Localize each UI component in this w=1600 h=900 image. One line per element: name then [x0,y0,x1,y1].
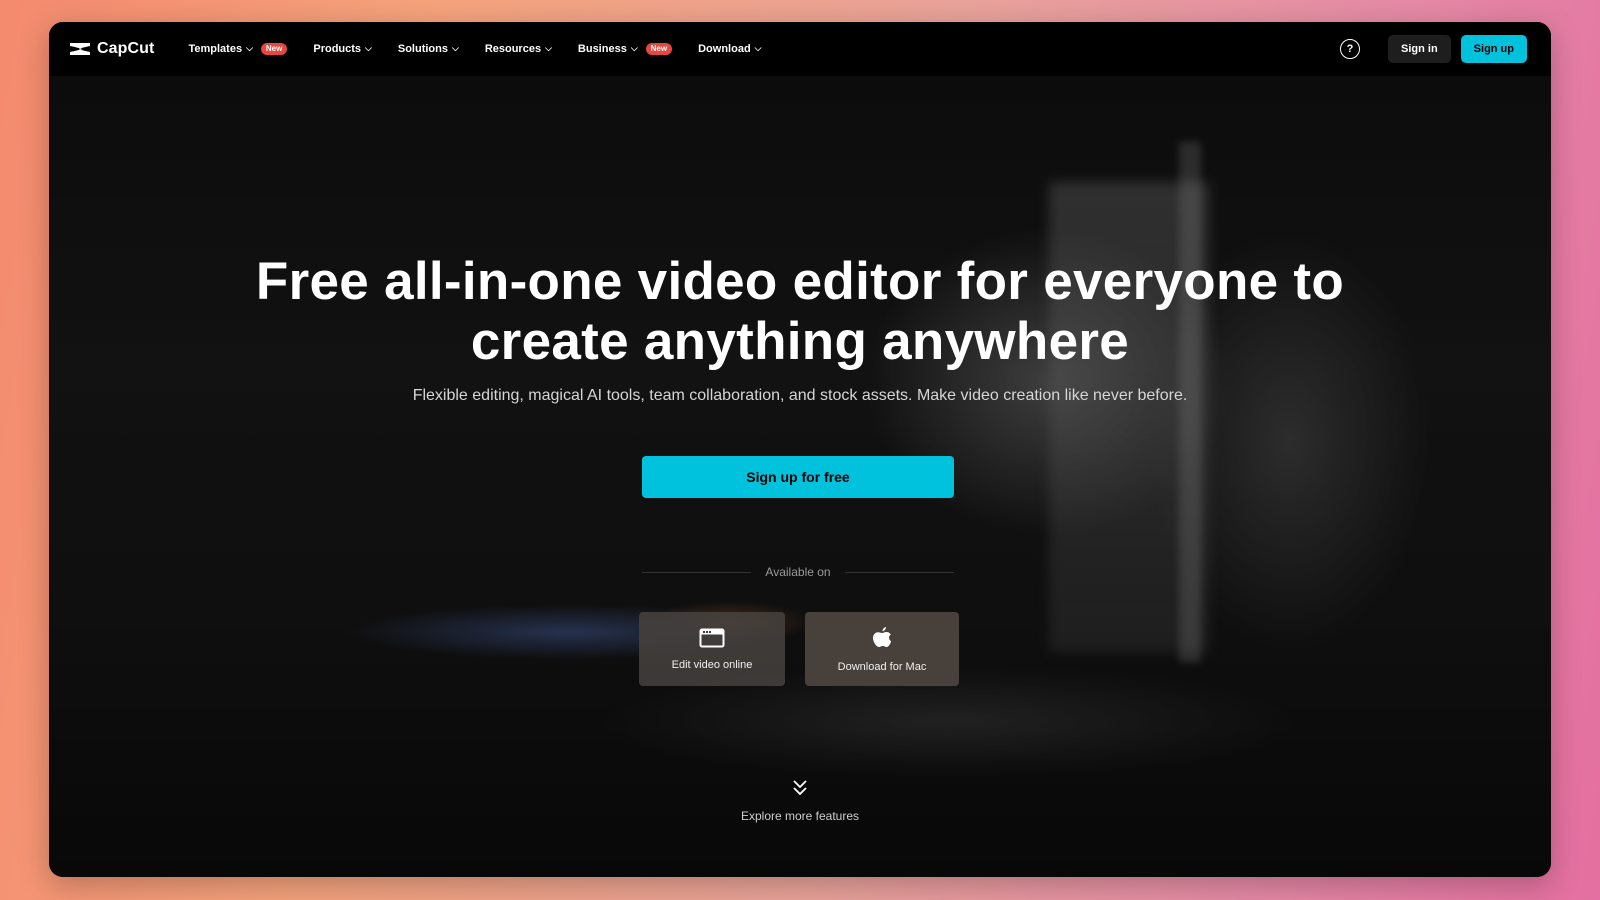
hero-section: Free all-in-one video editor for everyon… [49,22,1551,877]
available-on-divider: Available on [642,565,955,579]
nav-item-label: Business [577,43,627,55]
top-navbar: CapCut Templates ⌵ New Products ⌵ Soluti… [49,22,1551,76]
hero-headline: Free all-in-one video editor for everyon… [49,252,1551,372]
explore-more-features-link[interactable]: Explore more features [741,809,859,823]
hero-headline-line-1: Free all-in-one video editor for everyon… [255,252,1345,311]
nav-item-label: Resources [484,43,542,55]
sign-up-button[interactable]: Sign up [1460,35,1527,63]
sign-in-button[interactable]: Sign in [1388,35,1451,63]
explore-more-section: Explore more features [49,778,1551,823]
double-chevron-down-icon[interactable] [49,778,1551,801]
available-on-label: Available on [765,565,831,579]
platform-options: Edit video online Download for Mac [639,612,959,686]
nav-item-download[interactable]: Download ⌵ [698,42,762,56]
chevron-down-icon: ⌵ [545,42,552,53]
nav-item-label: Download [698,43,751,55]
divider-line [844,571,955,573]
nav-item-label: Solutions [397,43,448,55]
brand-name: CapCut [97,40,155,57]
hero-headline-line-2: create anything anywhere [470,312,1130,371]
chevron-down-icon: ⌵ [754,42,762,53]
capcut-logo-icon [69,41,91,57]
chevron-down-icon: ⌵ [246,42,253,53]
help-icon[interactable]: ? [1340,39,1360,59]
nav-item-templates[interactable]: Templates ⌵ New [188,42,288,55]
hero-subheadline: Flexible editing, magical AI tools, team… [412,387,1188,404]
nav-item-products[interactable]: Products ⌵ [313,42,372,56]
chevron-down-icon: ⌵ [365,42,372,53]
platform-label: Download for Mac [837,660,927,673]
new-badge: New [260,43,288,55]
divider-line [642,571,752,573]
nav-actions: ? Sign in Sign up [1340,35,1527,63]
nav-item-label: Templates [188,43,243,55]
nav-item-label: Products [313,43,362,55]
edit-video-online-button[interactable]: Edit video online [639,612,785,686]
browser-window-icon [699,628,725,651]
nav-item-solutions[interactable]: Solutions ⌵ [397,42,459,56]
apple-icon [871,626,893,653]
chevron-down-icon: ⌵ [451,42,459,53]
nav-item-business[interactable]: Business ⌵ New [577,42,673,55]
new-badge: New [645,43,673,55]
chevron-down-icon: ⌵ [630,42,638,53]
platform-label: Edit video online [671,658,753,671]
sign-up-for-free-button[interactable]: Sign up for free [642,456,954,498]
nav-item-resources[interactable]: Resources ⌵ [484,42,552,56]
browser-window: CapCut Templates ⌵ New Products ⌵ Soluti… [49,22,1551,877]
download-for-mac-button[interactable]: Download for Mac [805,612,959,686]
main-nav: Templates ⌵ New Products ⌵ Solutions ⌵ R… [188,42,762,56]
capcut-logo[interactable]: CapCut [69,40,154,58]
